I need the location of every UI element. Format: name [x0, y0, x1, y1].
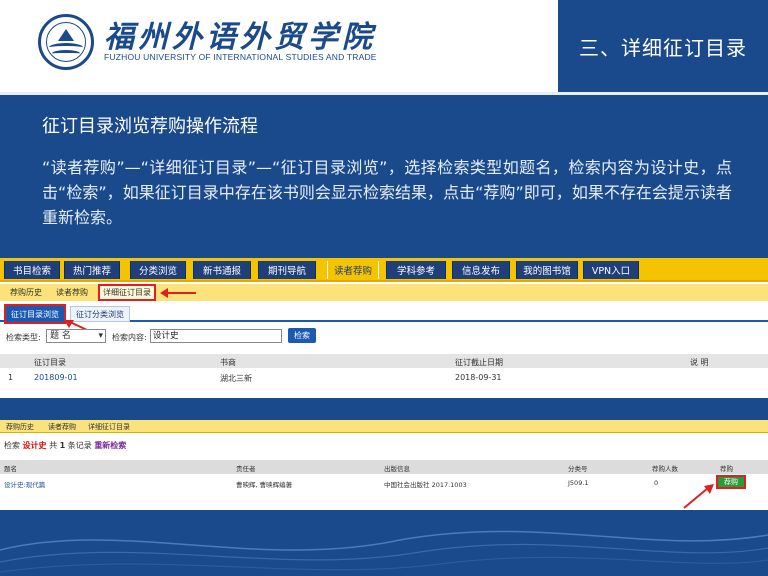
results-nav-reader-recommendation[interactable]: 读者荐购: [48, 422, 76, 432]
university-name: 福州外语外贸学院: [104, 20, 376, 55]
subnav-reader-recommendation[interactable]: 读者荐购: [56, 286, 88, 299]
search-content-input[interactable]: 设计史: [150, 329, 282, 343]
table-row: 设计史:现代篇 曹映辉, 曹映辉编著 中国社会出版社 2017.1003 J50…: [0, 475, 768, 490]
result-recommend-count: 0: [654, 479, 659, 487]
nav-item-category-browse[interactable]: 分类浏览: [130, 261, 186, 279]
results-table-header: 题名 责任者 出版信息 分类号 荐购人数 荐购: [0, 460, 768, 474]
nav-item-new-books[interactable]: 新书通报: [193, 261, 251, 279]
nav-item-vpn[interactable]: VPN入口: [583, 261, 639, 279]
deadline-date: 2018-09-31: [455, 373, 502, 382]
result-publisher: 中国社会出版社 2017.1003: [384, 481, 467, 489]
col-header-vendor: 书商: [220, 358, 236, 367]
section-title: 三、详细征订目录: [558, 0, 768, 92]
search-button[interactable]: 检索: [288, 328, 316, 343]
catalog-link[interactable]: 201809-01: [34, 373, 78, 382]
search-row: 检索类型: 题 名 检索内容: 设计史 检索: [0, 328, 768, 348]
result-title-link[interactable]: 设计史:现代篇: [4, 479, 45, 489]
search-results-screenshot: 荐购历史 读者荐购 详细征订目录 检索 设计史 共 1 条记录 重新检索 题名 …: [0, 420, 768, 510]
result-count-pre: 共: [49, 441, 58, 450]
subnav-recommendation-history[interactable]: 荐购历史: [10, 286, 42, 299]
search-type-label: 检索类型:: [6, 333, 41, 342]
result-summary: 检索 设计史 共 1 条记录 重新检索: [4, 440, 126, 451]
col-header-deadline: 征订截止日期: [455, 358, 503, 367]
result-search-label: 检索: [4, 441, 20, 450]
col-header-title: 题名: [4, 465, 17, 473]
recommend-button[interactable]: 荐购: [716, 475, 746, 489]
instructions-title: 征订目录浏览荐购操作流程: [42, 116, 258, 137]
nav-item-reader-recommendation[interactable]: 读者荐购: [327, 261, 379, 279]
col-header-catalog: 征订目录: [34, 358, 66, 367]
catalog-browse-screenshot: 书目检索 热门推荐 分类浏览 新书通报 期刊导航 读者荐购 学科参考 信息发布 …: [0, 258, 768, 398]
results-sub-navbar: 荐购历史 读者荐购 详细征订目录: [0, 420, 768, 433]
results-nav-history[interactable]: 荐购历史: [6, 422, 34, 432]
col-header-class-no: 分类号: [568, 465, 588, 473]
search-type-select[interactable]: 题 名: [46, 329, 106, 343]
col-header-author: 责任者: [236, 465, 256, 473]
university-english-name: FUZHOU UNIVERSITY OF INTERNATIONAL STUDI…: [104, 52, 377, 62]
nav-item-subject-reference[interactable]: 学科参考: [386, 261, 446, 279]
main-navbar: 书目检索 热门推荐 分类浏览 新书通报 期刊导航 读者荐购 学科参考 信息发布 …: [0, 258, 768, 282]
results-nav-detailed-catalog[interactable]: 详细征订目录: [88, 422, 130, 432]
nav-item-bibliographic-search[interactable]: 书目检索: [4, 261, 60, 279]
university-seal-logo: [38, 14, 94, 70]
tab-catalog-browse[interactable]: 征订目录浏览: [4, 304, 66, 324]
result-keyword: 设计史: [22, 441, 47, 450]
header: 福州外语外贸学院 FUZHOU UNIVERSITY OF INTERNATIO…: [0, 0, 768, 92]
col-header-note: 说 明: [690, 358, 709, 367]
nav-item-information-release[interactable]: 信息发布: [452, 261, 510, 279]
retry-search-link[interactable]: 重新检索: [94, 441, 126, 450]
col-header-recommend-count: 荐购人数: [652, 465, 678, 473]
header-divider: [0, 92, 768, 95]
instructions-body: “读者荐购”—“详细征订目录”—“征订目录浏览”，选择检索类型如题名，检索内容为…: [42, 158, 732, 227]
result-class-no: J509.1: [568, 479, 589, 487]
result-author: 曹映辉, 曹映辉编著: [236, 481, 293, 489]
result-count: 1: [59, 441, 66, 450]
table-row: 1 201809-01 湖北三新 2018-09-31: [0, 370, 768, 384]
wave-decoration: [0, 530, 768, 573]
search-content-label: 检索内容:: [112, 333, 147, 342]
catalog-tabs: 征订目录浏览 征订分类浏览: [0, 304, 768, 324]
col-header-publisher: 出版信息: [384, 465, 410, 473]
nav-item-journal-navigation[interactable]: 期刊导航: [258, 261, 316, 279]
result-count-post: 条记录: [67, 441, 92, 450]
sub-navbar: 荐购历史 读者荐购 详细征订目录: [0, 284, 768, 301]
row-index: 1: [8, 373, 14, 382]
nav-item-my-library[interactable]: 我的图书馆: [516, 261, 578, 279]
vendor-name: 湖北三新: [220, 374, 252, 383]
red-arrow-up-right-icon: [683, 484, 714, 509]
nav-item-hot-recommendations[interactable]: 热门推荐: [64, 261, 120, 279]
red-arrow-left-icon: [160, 288, 196, 298]
subnav-detailed-catalog[interactable]: 详细征订目录: [98, 284, 156, 301]
catalog-table-header: 征订目录 书商 征订截止日期 说 明: [0, 354, 768, 368]
col-header-recommend: 荐购: [720, 465, 733, 473]
